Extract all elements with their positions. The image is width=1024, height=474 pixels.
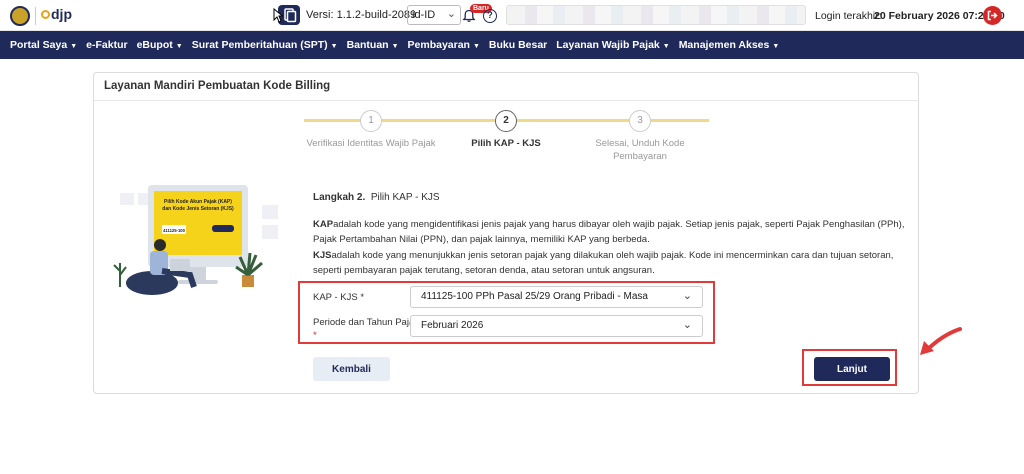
nav-label: Portal Saya <box>10 39 68 51</box>
mouse-cursor-icon <box>273 8 283 23</box>
nav-item-e-faktur[interactable]: e-Faktur <box>86 39 127 51</box>
card-title: Layanan Mandiri Pembuatan Kode Billing <box>94 73 918 101</box>
logout-icon <box>987 10 998 21</box>
step-heading-text: Pilih KAP - KJS <box>370 192 440 203</box>
nav-item-portal-saya[interactable]: Portal Saya ▼ <box>10 39 77 51</box>
nav-label: Pembayaran <box>407 39 470 51</box>
required-marker: * <box>313 330 317 341</box>
nav-item-layanan-wajib-pajak[interactable]: Layanan Wajib Pajak ▼ <box>556 39 669 51</box>
billing-code-card: Layanan Mandiri Pembuatan Kode Billing 1… <box>93 72 919 394</box>
kjs-description: KJSadalah kode yang menunjukkan jenis se… <box>313 248 913 279</box>
caret-down-icon: ▼ <box>70 43 78 50</box>
nav-item-spt[interactable]: Surat Pemberitahuan (SPT) ▼ <box>192 39 338 51</box>
caret-down-icon: ▼ <box>772 43 780 50</box>
illustration-screen-code: 411125-100 <box>163 228 186 233</box>
caret-down-icon: ▼ <box>391 43 399 50</box>
back-button[interactable]: Kembali <box>313 357 390 381</box>
step-3-circle: 3 <box>629 110 651 132</box>
nav-label: eBupot <box>136 39 173 51</box>
kap-term: KAP <box>313 218 334 230</box>
djp-logo[interactable]: djp <box>41 6 72 22</box>
nav-label: Buku Besar <box>488 39 548 51</box>
kap-description-text: adalah kode yang mengidentifikasi jenis … <box>313 218 905 246</box>
version-label: Versi: <box>306 9 334 21</box>
red-arrow-annotation-icon <box>920 327 962 355</box>
step-3-label: Selesai, Unduh Kode Pembayaran <box>595 138 685 162</box>
step-2-circle: 2 <box>495 110 517 132</box>
version-info: Versi: 1.1.2-build-2089 <box>306 9 416 21</box>
caret-down-icon: ▼ <box>175 43 183 50</box>
periode-label-text: Periode dan Tahun Pajak <box>313 317 419 328</box>
nav-label: Surat Pemberitahuan (SPT) <box>191 39 328 51</box>
step-number: Langkah 2. <box>313 192 366 203</box>
logout-button[interactable] <box>983 6 1002 25</box>
nav-item-buku-besar[interactable]: Buku Besar <box>489 39 547 51</box>
periode-select[interactable]: Februari 2026 ⌄ <box>410 315 703 337</box>
top-bar: djp Versi: 1.1.2-build-2089 id-ID ⌄ Baru… <box>0 0 1024 31</box>
question-circle-icon[interactable]: ? <box>483 9 497 23</box>
nav-label: Bantuan <box>346 39 389 51</box>
next-button[interactable]: Lanjut <box>814 357 890 381</box>
ministry-emblem-logo <box>10 6 30 26</box>
kap-kjs-label: KAP - KJS * <box>313 292 364 303</box>
chevron-down-icon: ⌄ <box>446 8 456 20</box>
last-login-label: Login terakhir: <box>815 10 882 22</box>
step-content: Langkah 2. Pilih KAP - KJS KAPadalah kod… <box>313 190 913 279</box>
kap-kjs-select[interactable]: 411125-100 PPh Pasal 25/29 Orang Pribadi… <box>410 286 703 308</box>
chevron-down-icon: ⌄ <box>682 290 692 302</box>
nav-label: Manajemen Akses <box>678 39 770 51</box>
nav-label: Layanan Wajib Pajak <box>556 39 660 51</box>
kjs-term: KJS <box>313 249 332 261</box>
language-select[interactable]: id-ID ⌄ <box>407 5 461 25</box>
caret-down-icon: ▼ <box>330 43 338 50</box>
djp-logo-text: djp <box>51 6 72 22</box>
nav-item-pembayaran[interactable]: Pembayaran ▼ <box>408 39 480 51</box>
kap-description: KAPadalah kode yang mengidentifikasi jen… <box>313 217 913 248</box>
kap-kjs-illustration: Pilih Kode Akun Pajak (KAP) dan Kode Jen… <box>113 185 278 295</box>
step-heading: Langkah 2. Pilih KAP - KJS <box>313 190 913 206</box>
redacted-user-info <box>506 5 806 25</box>
nav-label: e-Faktur <box>86 39 128 51</box>
periode-select-value: Februari 2026 <box>421 320 484 331</box>
chevron-down-icon: ⌄ <box>682 319 692 331</box>
version-value: 1.1.2-build-2089 <box>336 9 417 21</box>
step-1-circle: 1 <box>360 110 382 132</box>
illustration-screen-title-line-1: Pilih Kode Akun Pajak (KAP) <box>164 199 232 205</box>
kap-kjs-select-value: 411125-100 PPh Pasal 25/29 Orang Pribadi… <box>421 291 648 302</box>
periode-label: Periode dan Tahun Pajak * <box>313 316 419 342</box>
logo-divider <box>35 7 36 25</box>
main-navigation: Portal Saya ▼ e-Faktur eBupot ▼ Surat Pemb… <box>0 31 1024 59</box>
nav-item-ebupot[interactable]: eBupot ▼ <box>137 39 183 51</box>
step-2-label: Pilih KAP - KJS <box>471 138 541 149</box>
step-1-label: Verifikasi Identitas Wajib Pajak <box>306 138 436 149</box>
kjs-description-text: adalah kode yang menunjukkan jenis setor… <box>313 249 894 277</box>
nav-item-bantuan[interactable]: Bantuan ▼ <box>347 39 399 51</box>
required-marker: * <box>360 292 365 303</box>
kap-kjs-label-text: KAP - KJS <box>313 292 358 303</box>
language-value: id-ID <box>412 9 436 21</box>
nav-item-manajemen-akses[interactable]: Manajemen Akses ▼ <box>679 39 780 51</box>
caret-down-icon: ▼ <box>472 43 480 50</box>
caret-down-icon: ▼ <box>662 43 670 50</box>
illustration-screen-title-line-2: dan Kode Jenis Setoran (KJS) <box>162 206 234 212</box>
djp-logo-mark-icon <box>41 10 50 19</box>
